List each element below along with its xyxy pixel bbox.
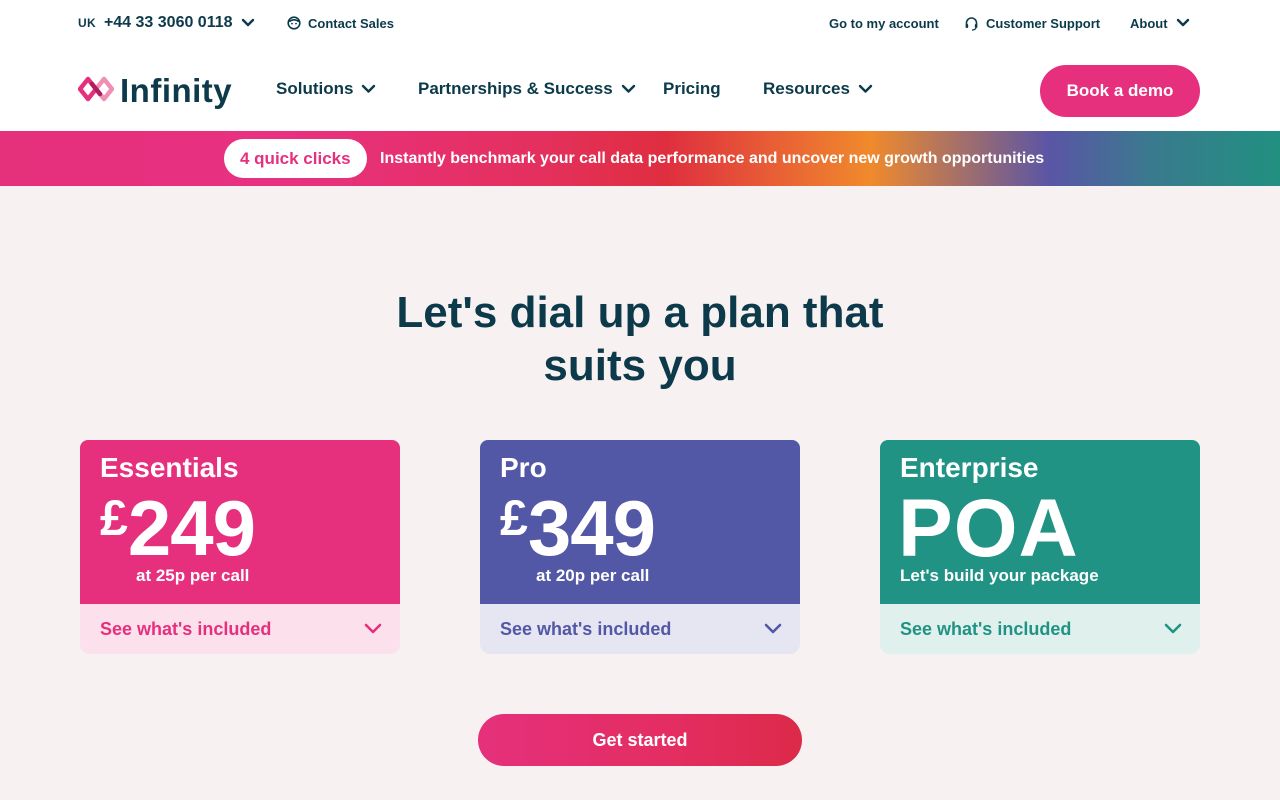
plan-note: Let's build your package — [900, 566, 1099, 585]
face-icon — [287, 16, 301, 30]
price-amount: POA — [898, 483, 1079, 574]
chevron-down-icon — [764, 619, 782, 640]
see-included-toggle[interactable]: See what's included — [880, 604, 1200, 654]
see-included-label: See what's included — [100, 618, 272, 639]
plan-card-essentials: Essentials £ 249 at 25p per call See wha… — [80, 440, 400, 654]
see-included-toggle[interactable]: See what's included — [480, 604, 800, 654]
nav-item-resources[interactable]: Resources — [763, 46, 873, 131]
nav-item-label: Partnerships & Success — [418, 78, 613, 98]
plan-name: Enterprise — [900, 452, 1039, 483]
plan-header: Pro £ 349 at 20p per call — [480, 440, 800, 604]
nav-item-solutions[interactable]: Solutions — [276, 46, 376, 131]
nav-item-label: Resources — [763, 78, 850, 98]
chevron-down-icon[interactable] — [241, 16, 255, 31]
plan-note: at 20p per call — [536, 566, 650, 585]
plan-note: at 25p per call — [136, 566, 250, 585]
chevron-down-icon — [858, 79, 873, 99]
nav-item-partnerships[interactable]: Partnerships & Success — [418, 46, 636, 131]
plan-card-enterprise: Enterprise POA Let's build your package … — [880, 440, 1200, 654]
page-title-line-2: suits you — [543, 341, 737, 390]
logo[interactable]: Infinity — [77, 72, 233, 109]
main-nav: Infinity Solutions Partnerships & Succes… — [0, 46, 1280, 131]
plan-name: Essentials — [100, 452, 239, 483]
phone-selector[interactable]: UK +44 33 3060 0118 — [78, 0, 255, 46]
chevron-down-icon — [364, 619, 382, 640]
plan-header: Enterprise POA Let's build your package — [880, 440, 1200, 604]
headset-icon — [964, 16, 979, 31]
infinity-logo-icon — [77, 76, 115, 107]
plan-name: Pro — [500, 452, 547, 483]
nav-item-label: Solutions — [276, 78, 354, 98]
plan-price: £ 349 — [500, 484, 656, 572]
banner-text[interactable]: Instantly benchmark your call data perfo… — [380, 131, 1044, 186]
book-demo-button[interactable]: Book a demo — [1040, 65, 1200, 117]
about-menu[interactable]: About — [1130, 0, 1190, 46]
see-included-toggle[interactable]: See what's included — [80, 604, 400, 654]
chevron-down-icon — [1176, 16, 1190, 31]
plan-header: Essentials £ 249 at 25p per call — [80, 440, 400, 604]
price-amount: 249 — [127, 484, 256, 572]
banner-pill[interactable]: 4 quick clicks — [224, 139, 367, 178]
page-title: Let's dial up a plan that suits you — [0, 286, 1280, 392]
price-amount: 349 — [527, 484, 656, 572]
utility-bar: UK +44 33 3060 0118 Contact Sales Go to … — [0, 0, 1280, 46]
about-label: About — [1130, 15, 1168, 31]
page-title-line-1: Let's dial up a plan that — [396, 288, 884, 337]
see-included-label: See what's included — [900, 618, 1072, 639]
customer-support-label: Customer Support — [986, 15, 1101, 31]
get-started-button[interactable]: Get started — [478, 714, 802, 766]
contact-sales-label: Contact Sales — [308, 15, 394, 31]
logo-text: Infinity — [120, 72, 233, 109]
account-link[interactable]: Go to my account — [829, 0, 939, 46]
plan-price: POA — [898, 484, 1079, 574]
currency-symbol: £ — [100, 490, 128, 546]
plan-card-pro: Pro £ 349 at 20p per call See what's inc… — [480, 440, 800, 654]
phone-number[interactable]: +44 33 3060 0118 — [104, 14, 233, 32]
currency-symbol: £ — [500, 490, 528, 546]
contact-sales-link[interactable]: Contact Sales — [287, 0, 394, 46]
plan-price: £ 249 — [100, 484, 256, 572]
see-included-label: See what's included — [500, 618, 672, 639]
country-code: UK — [78, 16, 96, 30]
promo-banner[interactable]: 4 quick clicks Instantly benchmark your … — [0, 131, 1280, 186]
nav-item-pricing[interactable]: Pricing — [663, 46, 721, 131]
chevron-down-icon — [621, 79, 636, 99]
customer-support-link[interactable]: Customer Support — [964, 0, 1100, 46]
chevron-down-icon — [361, 79, 376, 99]
chevron-down-icon — [1164, 619, 1182, 640]
